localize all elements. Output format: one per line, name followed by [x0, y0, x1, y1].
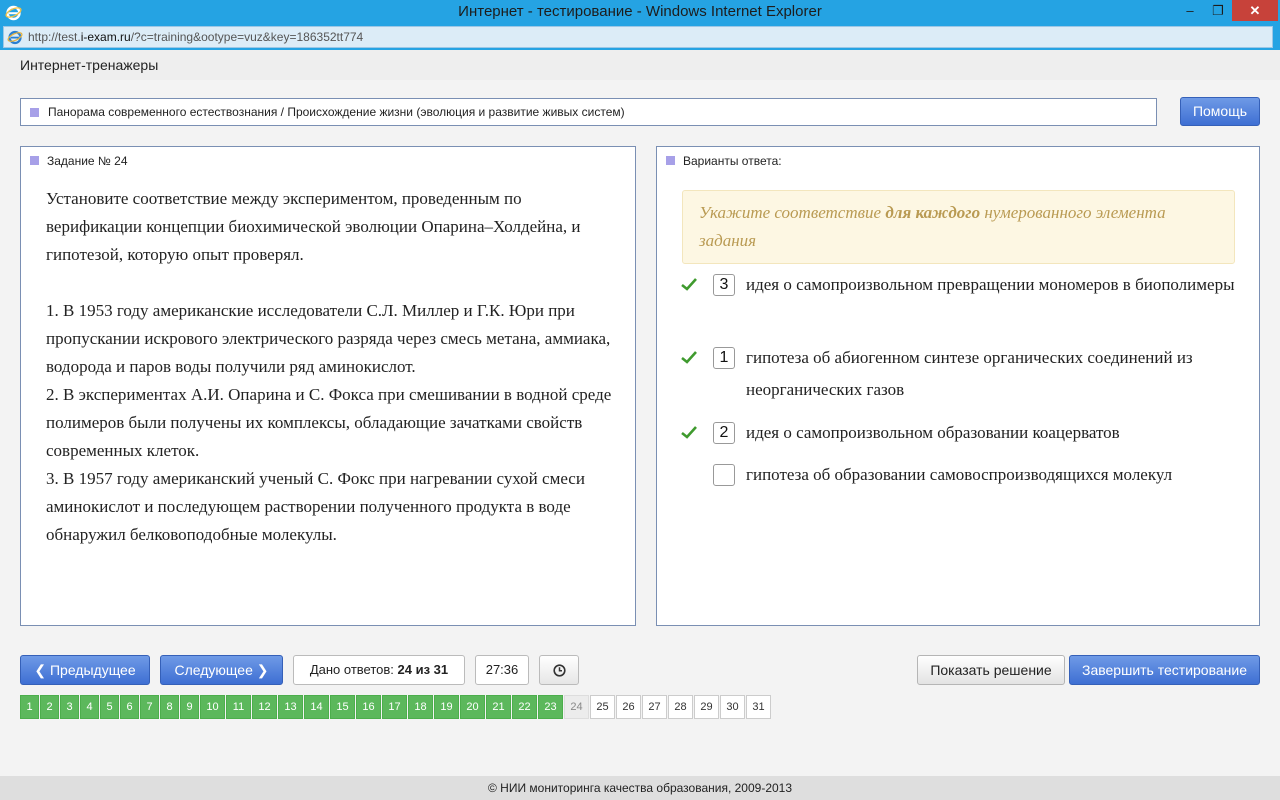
page-4[interactable]: 4	[80, 695, 99, 719]
task-panel: Задание № 24 Установите соответствие меж…	[20, 146, 636, 626]
next-button[interactable]: Следующее ❯	[160, 655, 283, 685]
question-item-1: 1. В 1953 году американские исследовател…	[46, 301, 611, 376]
page-1[interactable]: 1	[20, 695, 39, 719]
question-item-3: 3. В 1957 году американский ученый С. Фо…	[46, 469, 585, 544]
page-12[interactable]: 12	[252, 695, 277, 719]
page-15[interactable]: 15	[330, 695, 355, 719]
page-2[interactable]: 2	[40, 695, 59, 719]
page-14[interactable]: 14	[304, 695, 329, 719]
page-25[interactable]: 25	[590, 695, 615, 719]
page-10[interactable]: 10	[200, 695, 225, 719]
answers-panel: Варианты ответа: Укажите соответствие дл…	[656, 146, 1260, 626]
footer: © НИИ мониторинга качества образования, …	[0, 776, 1280, 800]
question-item-2: 2. В экспериментах А.И. Опарина и С. Фок…	[46, 385, 612, 460]
finish-test-button[interactable]: Завершить тестирование	[1069, 655, 1260, 685]
url-field[interactable]: http://test.i-exam.ru/?c=training&ootype…	[3, 26, 1273, 48]
help-button[interactable]: Помощь	[1180, 97, 1260, 126]
page-13[interactable]: 13	[278, 695, 303, 719]
square-bullet-icon	[30, 108, 39, 117]
page-16[interactable]: 16	[356, 695, 381, 719]
show-solution-button[interactable]: Показать решение	[917, 655, 1065, 685]
page-6[interactable]: 6	[120, 695, 139, 719]
minimize-button[interactable]: –	[1176, 0, 1204, 21]
check-icon	[681, 278, 697, 291]
check-icon	[681, 426, 697, 439]
page-11[interactable]: 11	[226, 695, 251, 719]
site-name: Интернет-тренажеры	[20, 57, 159, 73]
page-content: Интернет-тренажеры Панорама современного…	[0, 50, 1280, 776]
page-19[interactable]: 19	[434, 695, 459, 719]
page-3[interactable]: 3	[60, 695, 79, 719]
window-titlebar: Интернет - тестирование - Windows Intern…	[0, 0, 1280, 25]
page-8[interactable]: 8	[160, 695, 179, 719]
question-text: Установите соответствие между эксперимен…	[46, 185, 616, 549]
close-button[interactable]: ✕	[1232, 0, 1278, 21]
square-bullet-icon	[30, 156, 39, 165]
answers-title: Варианты ответа:	[683, 154, 782, 168]
page-17[interactable]: 17	[382, 695, 407, 719]
page-5[interactable]: 5	[100, 695, 119, 719]
page-31[interactable]: 31	[746, 695, 771, 719]
timer-toggle-button[interactable]	[539, 655, 579, 685]
maximize-button[interactable]: ❐	[1204, 0, 1232, 21]
previous-button[interactable]: ❮ Предыдущее	[20, 655, 150, 685]
timer: 27:36	[475, 655, 529, 685]
chevron-right-icon: ❯	[252, 662, 269, 678]
page-22[interactable]: 22	[512, 695, 537, 719]
page-29[interactable]: 29	[694, 695, 719, 719]
page-23[interactable]: 23	[538, 695, 563, 719]
question-pagination: 1 2 3 4 5 6 7 8 9 10 11 12 13 14 15 16 17 18 19 20 21 22 23 24 2…	[20, 695, 772, 719]
answer-number-input[interactable]	[713, 464, 735, 486]
page-28[interactable]: 28	[668, 695, 693, 719]
url-text: http://test.i-exam.ru/?c=training&ootype…	[28, 30, 364, 44]
square-bullet-icon	[666, 156, 675, 165]
address-bar: http://test.i-exam.ru/?c=training&ootype…	[0, 25, 1280, 50]
page-20[interactable]: 20	[460, 695, 485, 719]
answer-text: гипотеза об образовании самовоспроизводя…	[746, 465, 1173, 484]
answer-number-input[interactable]: 3	[713, 274, 735, 296]
answer-text: идея о самопроизвольном образовании коац…	[746, 423, 1120, 442]
page-7[interactable]: 7	[140, 695, 159, 719]
page-26[interactable]: 26	[616, 695, 641, 719]
task-title: Задание № 24	[47, 154, 128, 168]
answer-text: идея о самопроизвольном превращении моно…	[746, 275, 1235, 294]
clock-icon	[553, 664, 566, 677]
page-30[interactable]: 30	[720, 695, 745, 719]
question-intro: Установите соответствие между эксперимен…	[46, 189, 581, 264]
answered-count: Дано ответов: 24 из 31	[293, 655, 465, 685]
page-24[interactable]: 24	[564, 695, 589, 719]
topic-path: Панорама современного естествознания / П…	[48, 105, 625, 119]
page-27[interactable]: 27	[642, 695, 667, 719]
site-header: Интернет-тренажеры	[0, 50, 1280, 80]
answer-hint: Укажите соответствие для каждого нумеров…	[682, 190, 1235, 264]
answer-text: гипотеза об абиогенном синтезе органичес…	[746, 348, 1193, 399]
chevron-left-icon: ❮	[34, 662, 50, 678]
page-18[interactable]: 18	[408, 695, 433, 719]
answer-number-input[interactable]: 2	[713, 422, 735, 444]
topic-breadcrumb: Панорама современного естествознания / П…	[20, 98, 1157, 126]
window-title: Интернет - тестирование - Windows Intern…	[458, 3, 822, 20]
answer-number-input[interactable]: 1	[713, 347, 735, 369]
page-ie-icon	[7, 30, 23, 45]
check-icon	[681, 351, 697, 364]
page-9[interactable]: 9	[180, 695, 199, 719]
page-21[interactable]: 21	[486, 695, 511, 719]
